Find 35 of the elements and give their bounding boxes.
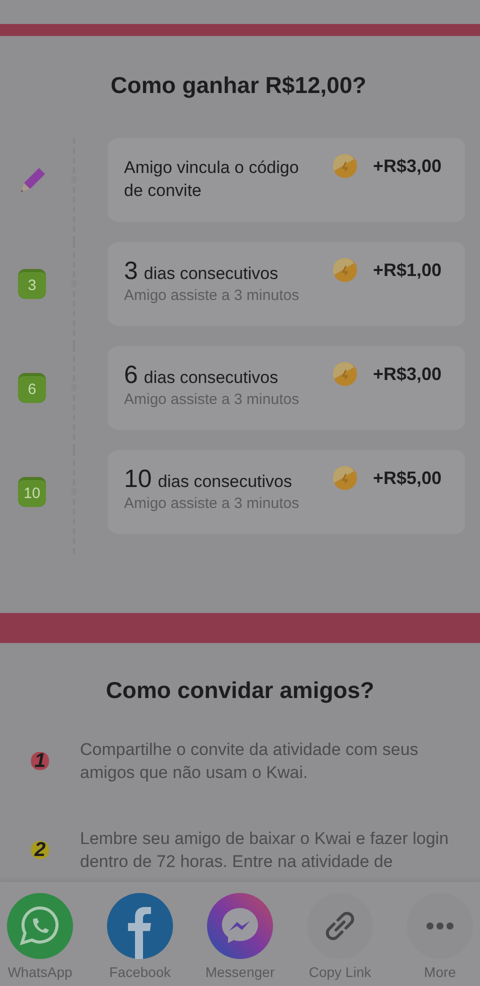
share-label: Copy Link	[308, 964, 372, 980]
coin-icon	[333, 466, 357, 490]
step-title: dias consecutivos	[158, 472, 292, 491]
day-count: 3	[124, 257, 138, 285]
day-count: 10	[124, 465, 152, 493]
reward-amount: +R$1,00	[373, 260, 443, 282]
step-subtitle: Amigo assiste a 3 minutos	[124, 495, 300, 512]
step-subtitle: Amigo assiste a 3 minutos	[124, 287, 300, 304]
coin-icon	[333, 154, 357, 178]
step-subtitle: Amigo assiste a 3 minutos	[124, 391, 300, 408]
share-label: Messenger	[205, 964, 275, 980]
calendar-icon: 6	[18, 373, 46, 403]
step-number: 2	[31, 841, 49, 859]
whatsapp-icon[interactable]	[7, 893, 73, 959]
step-text: Lembre seu amigo de baixar o Kwai e fazer login dentro de 72 horas. Entre na atividade de	[80, 828, 450, 873]
facebook-icon[interactable]	[107, 893, 173, 959]
step-text: Compartilhe o convite da atividade com seus amigos que não usam o Kwai.	[80, 739, 420, 784]
messenger-icon[interactable]	[207, 893, 273, 959]
step-title: dias consecutivos	[144, 368, 278, 387]
section-title: Como convidar amigos?	[104, 677, 376, 703]
step-title: Amigo vincula o código de convite	[124, 157, 300, 202]
reward-amount: +R$5,00	[373, 468, 443, 490]
share-label: WhatsApp	[8, 964, 72, 980]
share-label: Facebook	[109, 964, 171, 980]
share-label: More	[424, 964, 456, 980]
step-title: dias consecutivos	[144, 264, 278, 283]
coin-icon	[333, 258, 357, 282]
coin-icon	[333, 362, 357, 386]
step-number: 1	[31, 752, 49, 770]
day-count: 6	[124, 361, 138, 389]
reward-amount: +R$3,00	[373, 156, 443, 178]
section-title: Como ganhar R$12,00?	[110, 72, 368, 98]
reward-amount: +R$3,00	[373, 364, 443, 386]
calendar-icon: 10	[18, 477, 46, 507]
calendar-icon: 3	[18, 269, 46, 299]
